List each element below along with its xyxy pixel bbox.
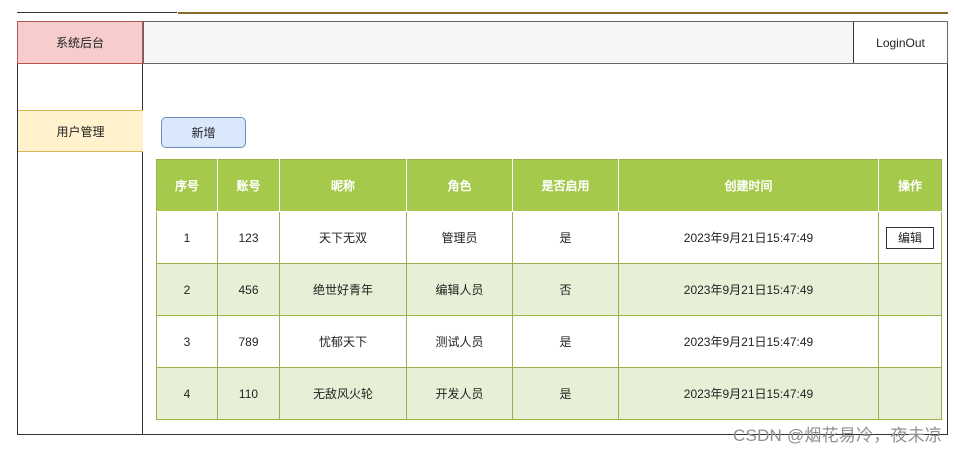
cell-role: 测试人员 <box>406 315 513 368</box>
column-header-account: 账号 <box>217 159 280 212</box>
edit-button[interactable]: 编辑 <box>886 226 934 249</box>
add-button[interactable]: 新增 <box>161 117 246 148</box>
cell-actions <box>878 263 942 316</box>
sidebar: 用户管理 <box>17 64 143 435</box>
table-row: 1 123 天下无双 管理员 是 2023年9月21日15:47:49 编辑 <box>156 211 942 264</box>
table-row: 4 110 无敌风火轮 开发人员 是 2023年9月21日15:47:49 <box>156 367 942 420</box>
cell-account: 123 <box>217 211 280 264</box>
cell-index: 2 <box>156 263 218 316</box>
cell-created-time: 2023年9月21日15:47:49 <box>618 315 879 368</box>
cell-account: 789 <box>217 315 280 368</box>
top-divider-accent <box>178 12 948 14</box>
cell-nickname: 忧郁天下 <box>279 315 407 368</box>
cell-index: 1 <box>156 211 218 264</box>
cell-nickname: 无敌风火轮 <box>279 367 407 420</box>
table-row: 2 456 绝世好青年 编辑人员 否 2023年9月21日15:47:49 <box>156 263 942 316</box>
cell-actions <box>878 315 942 368</box>
cell-created-time: 2023年9月21日15:47:49 <box>618 263 879 316</box>
cell-actions: 编辑 <box>878 211 942 264</box>
top-header: LoginOut <box>143 21 948 64</box>
cell-created-time: 2023年9月21日15:47:49 <box>618 367 879 420</box>
table-row: 3 789 忧郁天下 测试人员 是 2023年9月21日15:47:49 <box>156 315 942 368</box>
cell-role: 开发人员 <box>406 367 513 420</box>
cell-created-time: 2023年9月21日15:47:49 <box>618 211 879 264</box>
column-header-nickname: 昵称 <box>279 159 407 212</box>
column-header-index: 序号 <box>156 159 218 212</box>
column-header-actions: 操作 <box>878 159 942 212</box>
cell-nickname: 天下无双 <box>279 211 407 264</box>
cell-index: 4 <box>156 367 218 420</box>
column-header-created-time: 创建时间 <box>618 159 879 212</box>
brand-title: 系统后台 <box>17 21 143 64</box>
cell-role: 管理员 <box>406 211 513 264</box>
top-divider <box>17 12 177 13</box>
column-header-enabled: 是否启用 <box>512 159 619 212</box>
cell-enabled: 是 <box>512 315 619 368</box>
cell-account: 110 <box>217 367 280 420</box>
admin-page: 系统后台 LoginOut 用户管理 新增 序号 账号 昵称 角色 是否启用 创… <box>0 0 954 452</box>
logout-button[interactable]: LoginOut <box>853 22 947 63</box>
cell-enabled: 是 <box>512 367 619 420</box>
cell-role: 编辑人员 <box>406 263 513 316</box>
table-header-row: 序号 账号 昵称 角色 是否启用 创建时间 操作 <box>156 159 942 212</box>
sidebar-item-user-management[interactable]: 用户管理 <box>18 110 143 152</box>
cell-enabled: 否 <box>512 263 619 316</box>
cell-account: 456 <box>217 263 280 316</box>
watermark-text: CSDN @烟花易冷，夜未凉 <box>733 426 942 445</box>
user-table: 序号 账号 昵称 角色 是否启用 创建时间 操作 1 123 天下无双 管理员 … <box>156 159 942 420</box>
cell-nickname: 绝世好青年 <box>279 263 407 316</box>
cell-index: 3 <box>156 315 218 368</box>
cell-actions <box>878 367 942 420</box>
cell-enabled: 是 <box>512 211 619 264</box>
column-header-role: 角色 <box>406 159 513 212</box>
